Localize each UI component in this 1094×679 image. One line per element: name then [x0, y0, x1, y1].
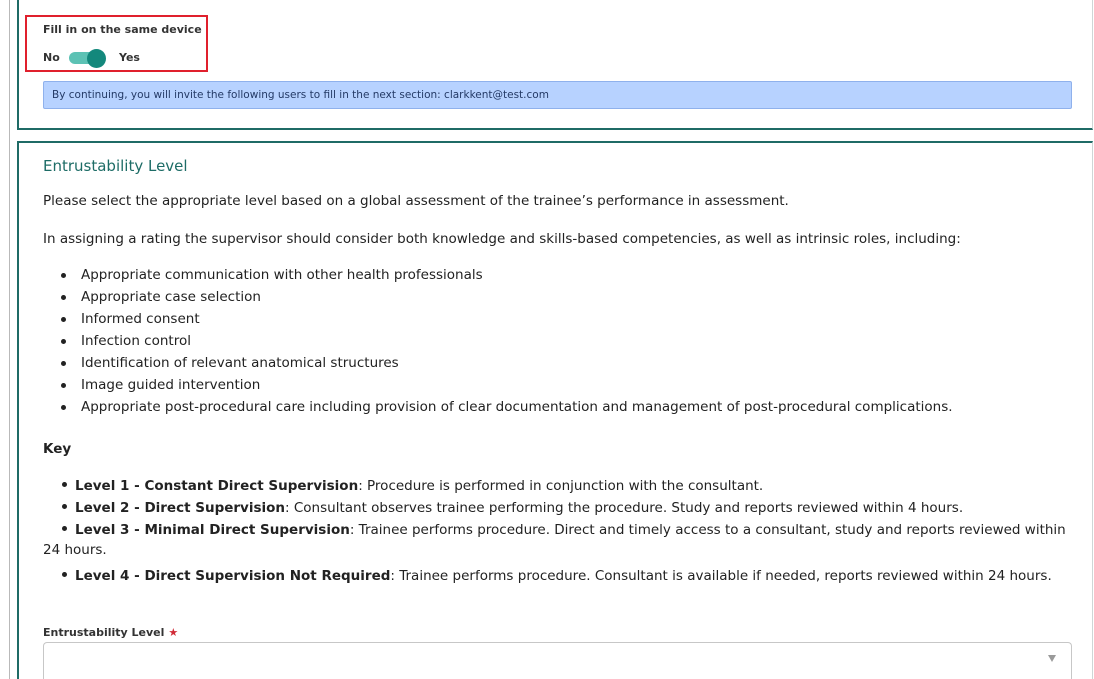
toggle-knob — [87, 49, 106, 68]
key-level-2: Level 2 - Direct Supervision: Consultant… — [43, 498, 1073, 518]
criteria-intro-text: In assigning a rating the supervisor sho… — [43, 231, 961, 247]
chevron-down-icon[interactable] — [1048, 655, 1056, 662]
key-level-3: Level 3 - Minimal Direct Supervision: Tr… — [43, 520, 1073, 560]
same-device-toggle-label: Fill in on the same device — [43, 23, 202, 36]
required-star-icon: ★ — [168, 626, 179, 639]
entrustability-level-select[interactable] — [43, 642, 1072, 679]
toggle-yes-label: Yes — [119, 51, 140, 64]
bullet-dot — [62, 504, 67, 509]
list-item: Appropriate communication with other hea… — [43, 264, 953, 286]
key-level-name: Level 3 - Minimal Direct Supervision — [75, 522, 350, 538]
entrustability-level-label: Entrustability Level ★ — [43, 626, 178, 639]
list-item: Appropriate case selection — [43, 286, 953, 308]
list-item: Appropriate post-procedural care includi… — [43, 396, 953, 418]
key-heading: Key — [43, 441, 72, 457]
key-level-name: Level 2 - Direct Supervision — [75, 500, 286, 516]
invite-notice-banner: By continuing, you will invite the follo… — [43, 81, 1072, 109]
list-item: Infection control — [43, 330, 953, 352]
intro-text: Please select the appropriate level base… — [43, 193, 789, 209]
key-level-4: Level 4 - Direct Supervision Not Require… — [43, 566, 1073, 586]
key-level-name: Level 4 - Direct Supervision Not Require… — [75, 568, 391, 584]
field-label-text: Entrustability Level — [43, 626, 165, 639]
criteria-list: Appropriate communication with other hea… — [43, 264, 953, 418]
key-level-1: Level 1 - Constant Direct Supervision: P… — [43, 476, 1073, 496]
page-left-border — [9, 0, 10, 679]
toggle-no-label: No — [43, 51, 60, 64]
bullet-dot — [62, 482, 67, 487]
same-device-toggle[interactable] — [69, 49, 107, 68]
form-page: Fill in on the same device No Yes By con… — [0, 0, 1094, 679]
list-item: Image guided intervention — [43, 374, 953, 396]
list-item: Informed consent — [43, 308, 953, 330]
key-level-name: Level 1 - Constant Direct Supervision — [75, 478, 359, 494]
key-level-description: : Procedure is performed in conjunction … — [358, 478, 764, 494]
key-level-description: : Trainee performs procedure. Consultant… — [390, 568, 1052, 584]
list-item: Identification of relevant anatomical st… — [43, 352, 953, 374]
key-level-description: : Consultant observes trainee performing… — [285, 500, 964, 516]
section-title: Entrustability Level — [43, 157, 188, 175]
bullet-dot — [62, 526, 67, 531]
bullet-dot — [62, 572, 67, 577]
